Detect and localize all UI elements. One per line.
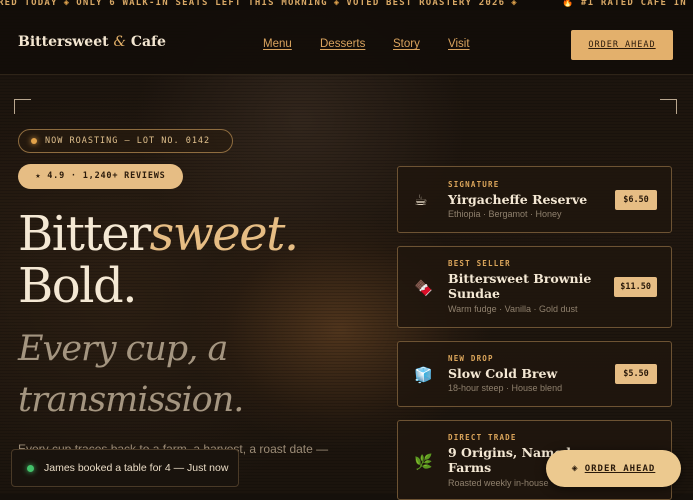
brand-name-suffix: Cafe [130, 34, 166, 50]
ticker-item: #1 RATED CAFE IN [581, 0, 687, 8]
price-badge: $11.50 [614, 277, 657, 297]
ice-cube-icon: 🧊 [414, 366, 433, 384]
subhead-line: transmission. [18, 380, 244, 420]
menu-card[interactable]: ☕ SIGNATURE Yirgacheffe Reserve Ethiopia… [397, 166, 672, 233]
card-tag: NEW DROP [448, 354, 494, 363]
headline-word: Bitter [18, 206, 151, 262]
headline-accent: sweet. [149, 206, 300, 262]
ticker-separator-icon: ◈ [63, 0, 71, 8]
roasting-status-pill: NOW ROASTING — LOT NO. 0142 [18, 129, 233, 153]
coffee-cup-icon: ☕ [414, 191, 428, 209]
ticker-separator-icon: ◈ [333, 0, 341, 8]
live-dot-icon [31, 138, 37, 144]
card-tag: BEST SELLER [448, 259, 511, 268]
ticker-separator-icon: ◈ [511, 0, 518, 8]
nav-link-story[interactable]: Story [393, 38, 420, 50]
card-description: Warm fudge · Vanilla · Gold dust [448, 304, 578, 314]
booking-toast[interactable]: James booked a table for 4 — Just now [11, 449, 239, 487]
card-description: Roasted weekly in-house [448, 478, 549, 488]
brand-ampersand: & [113, 34, 126, 50]
headline-word: Bold. [18, 258, 138, 314]
card-title: Yirgacheffe Reserve [448, 192, 588, 207]
site-header: Bittersweet & Cafe Menu Desserts Story V… [0, 10, 693, 75]
leaf-icon: 🌿 [414, 453, 433, 471]
nav-link-menu[interactable]: Menu [263, 38, 292, 50]
live-indicator-icon [27, 465, 34, 472]
toast-message: James booked a table for 4 — Just now [44, 462, 229, 474]
rating-badge[interactable]: ★ 4.9 · 1,240+ REVIEWS [18, 164, 183, 189]
nav-link-visit[interactable]: Visit [448, 38, 470, 50]
frame-corner [660, 99, 677, 114]
card-title: Slow Cold Brew [448, 366, 558, 381]
brand-name: Bittersweet [18, 34, 109, 50]
card-description: 18-hour steep · House blend [448, 383, 563, 393]
ticker-item: RED TODAY [0, 0, 58, 8]
subhead-line: Every cup, a [18, 329, 228, 369]
card-tag: SIGNATURE [448, 180, 500, 189]
menu-card[interactable]: 🧊 NEW DROP Slow Cold Brew 18-hour steep … [397, 341, 672, 407]
chocolate-icon: 🍫 [414, 279, 433, 297]
price-badge: $5.50 [615, 364, 657, 384]
card-title: Bittersweet Brownie Sundae [448, 271, 592, 301]
floating-order-ahead-button[interactable]: ◈ ORDER AHEAD [546, 450, 681, 487]
brand-logo[interactable]: Bittersweet & Cafe [18, 34, 166, 50]
ticker-item: ONLY 6 WALK-IN SEATS LEFT THIS MORNING [76, 0, 328, 8]
order-icon: ◈ [571, 463, 579, 474]
announcement-ticker: RED TODAY ◈ ONLY 6 WALK-IN SEATS LEFT THIS… [0, 0, 693, 10]
ticker-item: VOTED BEST ROASTERY 2026 [346, 0, 506, 8]
roasting-status-label: NOW ROASTING — LOT NO. 0142 [45, 136, 211, 146]
frame-corner [14, 99, 31, 114]
fire-icon: 🔥 [562, 0, 575, 8]
hero-subheadline: Every cup, a transmission. [18, 324, 244, 426]
price-badge: $6.50 [615, 190, 657, 210]
card-tag: DIRECT TRADE [448, 433, 517, 442]
nav-link-desserts[interactable]: Desserts [320, 38, 365, 50]
fab-label: ORDER AHEAD [584, 464, 656, 474]
hero-headline: Bittersweet. Bold. [18, 206, 300, 314]
menu-card[interactable]: 🍫 BEST SELLER Bittersweet Brownie Sundae … [397, 246, 672, 328]
card-description: Ethiopia · Bergamot · Honey [448, 209, 562, 219]
order-ahead-button[interactable]: ORDER AHEAD [571, 30, 673, 60]
